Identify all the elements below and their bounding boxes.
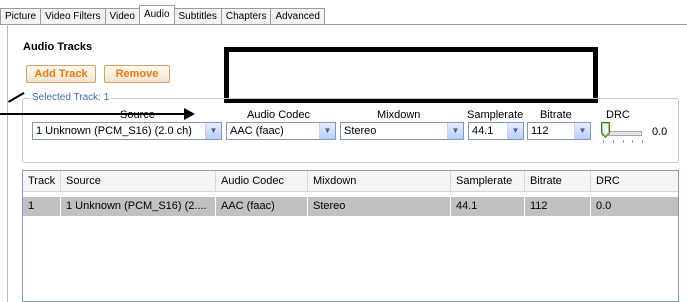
samplerate-header: Samplerate [467,109,524,121]
bitrate-value: 112 [531,125,549,137]
tab-chapters[interactable]: Chapters [220,8,272,24]
section-title: Audio Tracks [23,41,93,53]
col-mixdown[interactable]: Mixdown [308,171,451,191]
col-track[interactable]: Track [23,171,61,191]
remove-button[interactable]: Remove [104,65,170,83]
col-source[interactable]: Source [61,171,216,191]
source-value: 1 Unknown (PCM_S16) (2.0 ch) [36,125,192,137]
cell-source: 1 Unknown (PCM_S16) (2.... [61,197,216,216]
cell-drc: 0.0 [596,200,612,212]
chevron-down-icon[interactable]: ▼ [319,123,335,139]
codec-value: AAC (faac) [230,125,284,137]
tab-video-filters[interactable]: Video Filters [40,8,106,24]
chevron-down-icon[interactable]: ▼ [507,123,523,139]
source-select[interactable]: 1 Unknown (PCM_S16) (2.0 ch) ▼ [32,122,222,140]
col-bitrate[interactable]: Bitrate [525,171,591,191]
selected-track-legend: Selected Track: 1 [30,92,112,103]
tab-advanced[interactable]: Advanced [270,8,325,24]
samplerate-select[interactable]: 44.1 ▼ [468,122,524,140]
table-header: Track Source Audio Codec Mixdown Sampler… [23,171,678,192]
tab-video[interactable]: Video [104,8,140,24]
add-track-button[interactable]: Add Track [26,65,96,83]
col-drc[interactable]: DRC [591,171,678,191]
drc-slider-ticks [603,140,643,143]
drc-header: DRC [606,109,630,121]
codec-header: Audio Codec [247,109,310,121]
cell-bitrate: 112 [525,197,591,216]
chevron-down-icon[interactable]: ▼ [205,123,221,139]
annotation-arrow-head [184,108,195,120]
mixdown-select[interactable]: Stereo ▼ [340,122,464,140]
tab-bar: Picture Video Filters Video Audio Subtit… [0,5,325,25]
cell-audio-codec: AAC (faac) [216,197,308,216]
col-samplerate[interactable]: Samplerate [451,171,525,191]
panel-border [7,24,8,302]
cell-track: 1 [23,197,61,216]
tab-divider [0,24,687,25]
cell-mixdown: Stereo [308,197,451,216]
annotation-arrow [0,113,186,115]
source-header: Source [120,109,155,121]
annotation-box [224,47,598,103]
codec-select[interactable]: AAC (faac) ▼ [226,122,336,140]
mixdown-value: Stereo [344,125,377,137]
tab-subtitles[interactable]: Subtitles [173,8,222,24]
audio-track-table: Track Source Audio Codec Mixdown Sampler… [22,170,679,302]
drc-slider-thumb[interactable] [601,122,610,138]
col-audio-codec[interactable]: Audio Codec [216,171,308,191]
mixdown-header: Mixdown [377,109,421,121]
tab-audio[interactable]: Audio [138,5,175,24]
tab-picture[interactable]: Picture [0,8,42,24]
table-row[interactable]: 1 1 Unknown (PCM_S16) (2.... AAC (faac) … [23,197,678,216]
drc-value: 0.0 [652,126,668,138]
cell-samplerate: 44.1 [451,197,525,216]
chevron-down-icon[interactable]: ▼ [574,123,590,139]
samplerate-value: 44.1 [472,125,494,137]
bitrate-select[interactable]: 112 ▼ [527,122,591,140]
chevron-down-icon[interactable]: ▼ [447,123,463,139]
bitrate-header: Bitrate [540,109,572,121]
